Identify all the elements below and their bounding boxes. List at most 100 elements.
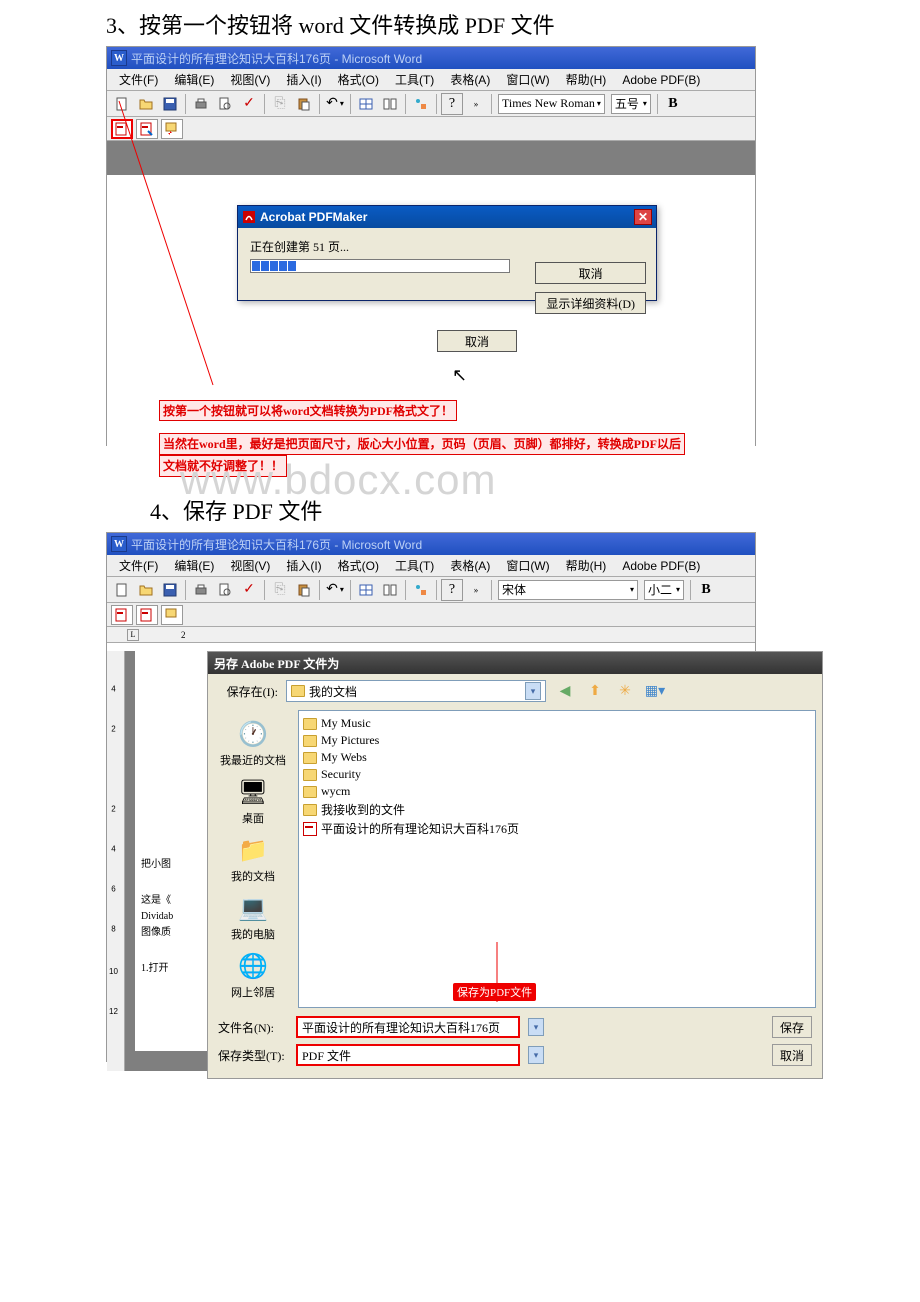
list-item[interactable]: My Pictures — [303, 732, 811, 749]
list-item[interactable]: wycm — [303, 783, 811, 800]
section-1-title: 3、按第一个按钮将 word 文件转换成 PDF 文件 — [0, 0, 920, 46]
print-icon[interactable] — [190, 579, 212, 601]
help-icon[interactable]: ? — [441, 579, 463, 601]
table-icon[interactable] — [355, 93, 377, 115]
save-icon[interactable] — [159, 579, 181, 601]
columns-icon[interactable] — [379, 93, 401, 115]
font-size-select[interactable]: 五号 ▾ — [611, 94, 651, 114]
drawing-icon[interactable] — [410, 579, 432, 601]
list-item[interactable]: My Webs — [303, 749, 811, 766]
menu-view[interactable]: 视图(V) — [222, 555, 278, 576]
menu-edit[interactable]: 编辑(E) — [166, 69, 222, 90]
bold-button[interactable]: B — [695, 579, 717, 601]
paste-icon[interactable] — [293, 579, 315, 601]
menu-file[interactable]: 文件(F) — [111, 69, 166, 90]
places-recent[interactable]: 🕐 我最近的文档 — [218, 716, 288, 770]
table-icon[interactable] — [355, 579, 377, 601]
pdf-btn-3[interactable] — [161, 605, 183, 625]
menu-view[interactable]: 视图(V) — [222, 69, 278, 90]
undo-icon[interactable]: ↶▾ — [324, 579, 346, 601]
places-network[interactable]: 🌐 网上邻居 — [229, 948, 277, 1002]
folder-icon — [303, 735, 317, 747]
list-item[interactable]: My Music — [303, 715, 811, 732]
bold-button[interactable]: B — [662, 93, 684, 115]
menu-adobe-pdf[interactable]: Adobe PDF(B) — [614, 557, 708, 575]
list-item[interactable]: Security — [303, 766, 811, 783]
menu-file[interactable]: 文件(F) — [111, 555, 166, 576]
pdf-btn-2[interactable] — [136, 119, 158, 139]
open-icon[interactable] — [135, 579, 157, 601]
recent-icon: 🕐 — [237, 718, 269, 750]
convert-pdf-button[interactable] — [111, 119, 133, 139]
show-details-button[interactable]: 显示详细资料(D) — [535, 292, 646, 314]
paste-icon[interactable] — [293, 93, 315, 115]
save-in-dropdown[interactable]: 我的文档 ▾ — [286, 680, 546, 702]
cancel-button[interactable]: 取消 — [772, 1044, 812, 1066]
font-name-select[interactable]: Times New Roman ▾ — [498, 94, 605, 114]
window-titlebar: W 平面设计的所有理论知识大百科176页 - Microsoft Word — [107, 533, 755, 555]
chevron-down-icon: ▾ — [643, 99, 647, 108]
menu-adobe-pdf[interactable]: Adobe PDF(B) — [614, 71, 708, 89]
more-icon[interactable]: » — [465, 579, 487, 601]
menu-window[interactable]: 窗口(W) — [498, 555, 557, 576]
list-item[interactable]: 平面设计的所有理论知识大百科176页 — [303, 819, 811, 838]
menu-format[interactable]: 格式(O) — [330, 555, 387, 576]
convert-pdf-button[interactable] — [111, 605, 133, 625]
chevron-down-icon[interactable]: ▾ — [528, 1046, 544, 1064]
chevron-down-icon[interactable]: ▾ — [528, 1018, 544, 1036]
save-pdf-callout: 保存为PDF文件 — [453, 983, 536, 1001]
places-sidebar: 🕐 我最近的文档 🖥 桌面 📁 我的文档 💻 — [208, 708, 298, 1010]
menu-help[interactable]: 帮助(H) — [558, 555, 615, 576]
new-doc-icon[interactable] — [111, 579, 133, 601]
menu-table[interactable]: 表格(A) — [442, 555, 498, 576]
menu-format[interactable]: 格式(O) — [330, 69, 387, 90]
preview-icon[interactable] — [214, 93, 236, 115]
new-folder-button[interactable]: ✳ — [614, 680, 636, 702]
cancel-button[interactable]: 取消 — [535, 262, 646, 284]
spell-icon[interactable]: ✓ — [238, 93, 260, 115]
list-item[interactable]: 我接收到的文件 — [303, 800, 811, 819]
views-button[interactable]: ▦▾ — [644, 680, 666, 702]
up-button[interactable]: ⬆ — [584, 680, 606, 702]
font-size-select[interactable]: 小二 ▾ — [644, 580, 684, 600]
preview-icon[interactable] — [214, 579, 236, 601]
paper-text-4: 图像质 — [141, 925, 209, 941]
file-list[interactable]: My Music My Pictures My Webs Security wy… — [298, 710, 816, 1008]
word-icon: W — [111, 536, 127, 552]
pdf-btn-2[interactable] — [136, 605, 158, 625]
filetype-input[interactable]: PDF 文件 — [296, 1044, 520, 1066]
filename-input[interactable]: 平面设计的所有理论知识大百科176页 — [296, 1016, 520, 1038]
menu-tools[interactable]: 工具(T) — [387, 555, 442, 576]
menu-table[interactable]: 表格(A) — [442, 69, 498, 90]
copy-icon[interactable]: ⎘ — [269, 579, 291, 601]
menu-tools[interactable]: 工具(T) — [387, 69, 442, 90]
places-computer[interactable]: 💻 我的电脑 — [229, 890, 277, 944]
close-icon[interactable]: ✕ — [634, 209, 652, 225]
places-desktop[interactable]: 🖥 桌面 — [235, 774, 271, 828]
pdf-btn-3[interactable] — [161, 119, 183, 139]
new-doc-icon[interactable] — [111, 93, 133, 115]
menu-insert[interactable]: 插入(I) — [278, 69, 329, 90]
drawing-icon[interactable] — [410, 93, 432, 115]
pdf-file-icon — [303, 822, 317, 836]
menu-help[interactable]: 帮助(H) — [558, 69, 615, 90]
copy-icon[interactable]: ⎘ — [269, 93, 291, 115]
font-name-select[interactable]: 宋体 ▾ — [498, 580, 638, 600]
center-cancel-button[interactable]: 取消 — [437, 330, 517, 352]
menu-insert[interactable]: 插入(I) — [278, 555, 329, 576]
save-button[interactable]: 保存 — [772, 1016, 812, 1038]
menu-edit[interactable]: 编辑(E) — [166, 555, 222, 576]
folder-icon — [303, 769, 317, 781]
save-icon[interactable] — [159, 93, 181, 115]
more-icon[interactable]: » — [465, 93, 487, 115]
open-icon[interactable] — [135, 93, 157, 115]
help-icon[interactable]: ? — [441, 93, 463, 115]
undo-icon[interactable]: ↶▾ — [324, 93, 346, 115]
columns-icon[interactable] — [379, 579, 401, 601]
print-icon[interactable] — [190, 93, 212, 115]
chevron-down-icon[interactable]: ▾ — [525, 682, 541, 700]
back-button[interactable]: ◀ — [554, 680, 576, 702]
spell-icon[interactable]: ✓ — [238, 579, 260, 601]
places-documents[interactable]: 📁 我的文档 — [229, 832, 277, 886]
menu-window[interactable]: 窗口(W) — [498, 69, 557, 90]
